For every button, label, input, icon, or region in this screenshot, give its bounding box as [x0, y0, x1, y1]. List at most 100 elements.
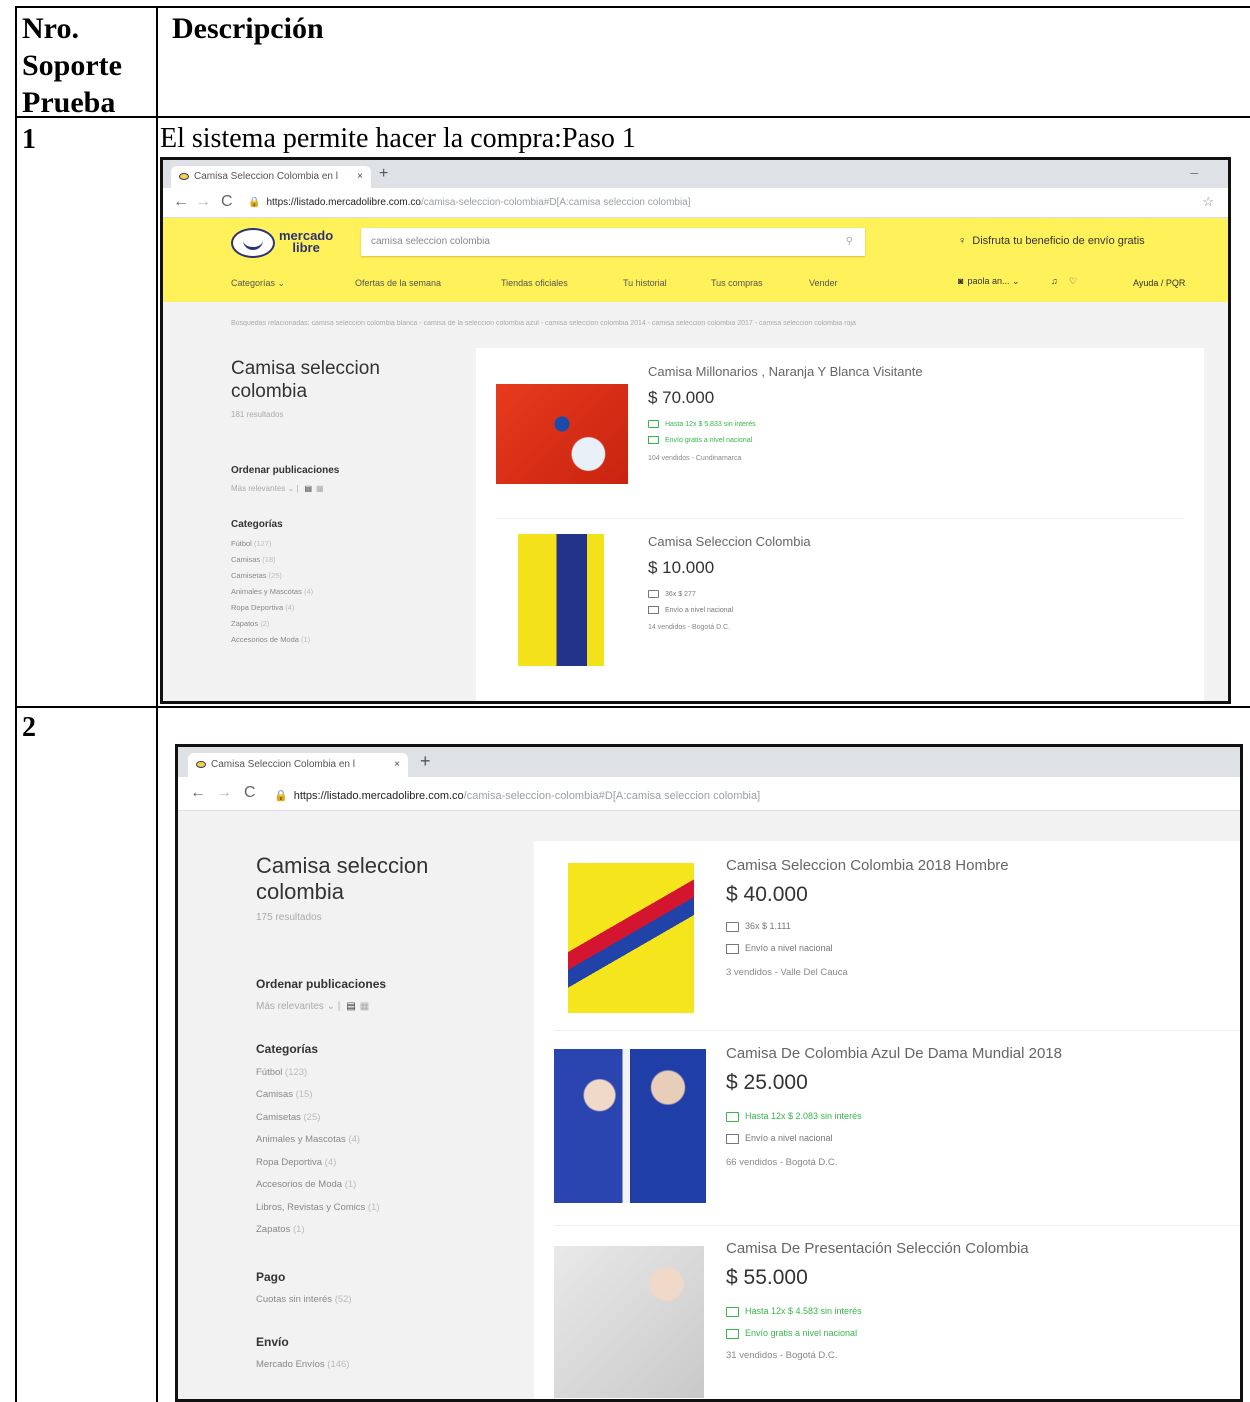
grid-view-icon[interactable]: ▦ — [316, 484, 324, 493]
related-searches[interactable]: Búsquedas relacionadas: camisa seleccion… — [231, 320, 1206, 327]
result-item[interactable]: Camisa Millonarios , Naranja Y Blanca Vi… — [476, 348, 1204, 518]
category-list: Fútbol (123) Camisas (15) Camisetas (25)… — [256, 1062, 516, 1242]
brand-wordmark[interactable]: mercado libre — [279, 229, 333, 254]
payment-heading: Pago — [256, 1269, 286, 1284]
sold-count: 66 vendidos - Bogotá D.C. — [726, 1157, 838, 1168]
product-title[interactable]: Camisa Millonarios , Naranja Y Blanca Vi… — [648, 364, 923, 379]
installments: Hasta 12x $ 5.833 sin interés — [648, 420, 756, 428]
lock-icon: 🔒 — [248, 197, 261, 208]
product-image-yellow-blue-jersey[interactable] — [518, 534, 604, 666]
forward-arrow-icon[interactable]: → — [216, 784, 232, 802]
row-number-2: 2 — [22, 712, 36, 743]
forward-arrow-icon[interactable]: → — [195, 193, 211, 211]
nav-ofertas[interactable]: Ofertas de la semana — [355, 278, 441, 288]
product-title[interactable]: Camisa Seleccion Colombia — [648, 534, 811, 549]
free-shipping-promo[interactable]: ♀ Disfruta tu beneficio de envío gratis — [958, 235, 1145, 247]
nav-compras[interactable]: Tus compras — [711, 278, 763, 288]
favorites-heart-icon[interactable]: ♡ — [1069, 276, 1077, 287]
nav-historial[interactable]: Tu historial — [623, 278, 667, 288]
results-list: Camisa Seleccion Colombia 2018 Hombre $ … — [534, 841, 1240, 1399]
category-link[interactable]: Fútbol (127) — [231, 536, 451, 552]
shipping-option-link[interactable]: Mercado Envíos (146) — [256, 1359, 516, 1370]
product-image-yellow-jersey[interactable] — [568, 863, 694, 1013]
bookmark-star-icon[interactable]: ☆ — [1202, 194, 1214, 210]
row-number-1: 1 — [22, 124, 36, 155]
table-left-border — [15, 6, 17, 1402]
product-image-blue-womens-jersey[interactable] — [554, 1049, 706, 1203]
reload-icon[interactable]: C — [221, 193, 233, 211]
truck-icon — [648, 606, 659, 614]
search-input[interactable]: camisa seleccion colombia ⚲ — [361, 228, 865, 256]
header-descripcion: Descripción — [172, 12, 324, 45]
screenshot-step-1: Camisa Seleccion Colombia en l × + – ← →… — [160, 157, 1231, 704]
list-view-icon[interactable]: ▤ — [304, 484, 312, 493]
product-title[interactable]: Camisa Seleccion Colombia 2018 Hombre — [726, 857, 1009, 874]
category-link[interactable]: Ropa Deportiva (4) — [256, 1152, 516, 1175]
browser-tab[interactable]: Camisa Seleccion Colombia en l × — [188, 753, 408, 777]
category-link[interactable]: Camisetas (25) — [231, 568, 451, 584]
category-link[interactable]: Camisas (15) — [256, 1084, 516, 1107]
category-link[interactable]: Fútbol (123) — [256, 1062, 516, 1085]
browser-tab[interactable]: Camisa Seleccion Colombia en l × — [171, 166, 371, 188]
lock-icon: 🔒 — [274, 790, 288, 802]
result-item[interactable]: Camisa Seleccion Colombia 2018 Hombre $ … — [534, 841, 1240, 1029]
product-price: $ 70.000 — [648, 388, 715, 407]
results-count: 181 resultados — [231, 409, 284, 419]
shipping-info: Envío gratis a nivel nacional — [648, 436, 752, 444]
notifications-bell-icon[interactable]: ♫ — [1051, 276, 1058, 286]
category-link[interactable]: Animales y Mascotas (4) — [256, 1129, 516, 1152]
minimize-window-icon[interactable]: – — [1190, 164, 1198, 180]
category-link[interactable]: Accesorios de Moda (1) — [256, 1174, 516, 1197]
category-link[interactable]: Zapatos (2) — [231, 616, 451, 632]
url-field[interactable]: 🔒 https://listado.mercadolibre.com.co/cam… — [274, 789, 1054, 802]
nav-vender[interactable]: Vender — [809, 278, 838, 288]
filters-sidebar: Camisa seleccion colombia 181 resultados… — [231, 358, 451, 648]
category-link[interactable]: Ropa Deportiva (4) — [231, 600, 451, 616]
category-link[interactable]: Camisetas (25) — [256, 1107, 516, 1130]
category-link[interactable]: Animales y Mascotas (4) — [231, 584, 451, 600]
installments: Hasta 12x $ 4.583 sin interés — [726, 1306, 862, 1317]
payment-option-link[interactable]: Cuotas sin interés (52) — [256, 1294, 516, 1305]
mercadolibre-handshake-logo-icon[interactable] — [231, 228, 275, 258]
filters-sidebar: Camisa seleccion colombia 175 resultados… — [256, 853, 516, 1370]
installments: Hasta 12x $ 2.083 sin interés — [726, 1111, 862, 1122]
result-item[interactable]: Camisa Seleccion Colombia $ 10.000 36x $… — [476, 520, 1204, 690]
grid-view-icon[interactable]: ▦ — [360, 1001, 369, 1012]
sold-count: 31 vendidos - Bogotá D.C. — [726, 1350, 838, 1361]
categories-heading: Categorías — [256, 1041, 319, 1056]
new-tab-icon[interactable]: + — [379, 165, 388, 183]
category-link[interactable]: Zapatos (1) — [256, 1219, 516, 1242]
product-price: $ 40.000 — [726, 883, 808, 906]
nav-categorias[interactable]: Categorías ⌄ — [231, 278, 285, 289]
result-item[interactable]: Camisa De Presentación Selección Colombi… — [534, 1226, 1240, 1399]
browser-tab-strip: Camisa Seleccion Colombia en l × + – — [163, 160, 1228, 188]
list-view-icon[interactable]: ▤ — [346, 1001, 355, 1012]
nav-tiendas-oficiales[interactable]: Tiendas oficiales — [501, 278, 568, 288]
user-avatar-icon: ◙ — [958, 276, 964, 286]
sort-select[interactable]: Más relevantes ⌄ | ▤ ▦ — [231, 484, 451, 493]
search-query-title: Camisa seleccion colombia — [256, 853, 429, 905]
shipping-info: Envío a nivel nacional — [726, 943, 833, 954]
product-price: $ 25.000 — [726, 1071, 808, 1094]
product-title[interactable]: Camisa De Colombia Azul De Dama Mundial … — [726, 1045, 1062, 1062]
back-arrow-icon[interactable]: ← — [173, 193, 189, 211]
results-count: 175 resultados — [256, 911, 322, 923]
new-tab-icon[interactable]: + — [420, 751, 431, 772]
result-item[interactable]: Camisa De Colombia Azul De Dama Mundial … — [534, 1031, 1240, 1223]
category-link[interactable]: Libros, Revistas y Comics (1) — [256, 1197, 516, 1220]
category-link[interactable]: Camisas (18) — [231, 552, 451, 568]
reload-icon[interactable]: C — [244, 784, 256, 802]
product-image-white-jersey[interactable] — [554, 1246, 704, 1398]
sort-select[interactable]: Más relevantes ⌄ | ▤ ▦ — [256, 1001, 516, 1012]
product-title[interactable]: Camisa De Presentación Selección Colombi… — [726, 1240, 1029, 1257]
url-field[interactable]: 🔒 https://listado.mercadolibre.com.co/cam… — [248, 197, 948, 208]
search-icon[interactable]: ⚲ — [846, 228, 853, 256]
close-tab-icon[interactable]: × — [394, 753, 400, 777]
category-link[interactable]: Accesorios de Moda (1) — [231, 632, 451, 648]
back-arrow-icon[interactable]: ← — [190, 784, 206, 802]
user-menu[interactable]: ◙ paola an... ⌄ — [958, 276, 1020, 287]
help-link[interactable]: Ayuda / PQR — [1133, 278, 1185, 288]
product-image-red-jersey[interactable] — [496, 384, 628, 484]
table-top-border — [15, 6, 1250, 8]
close-tab-icon[interactable]: × — [357, 166, 363, 188]
